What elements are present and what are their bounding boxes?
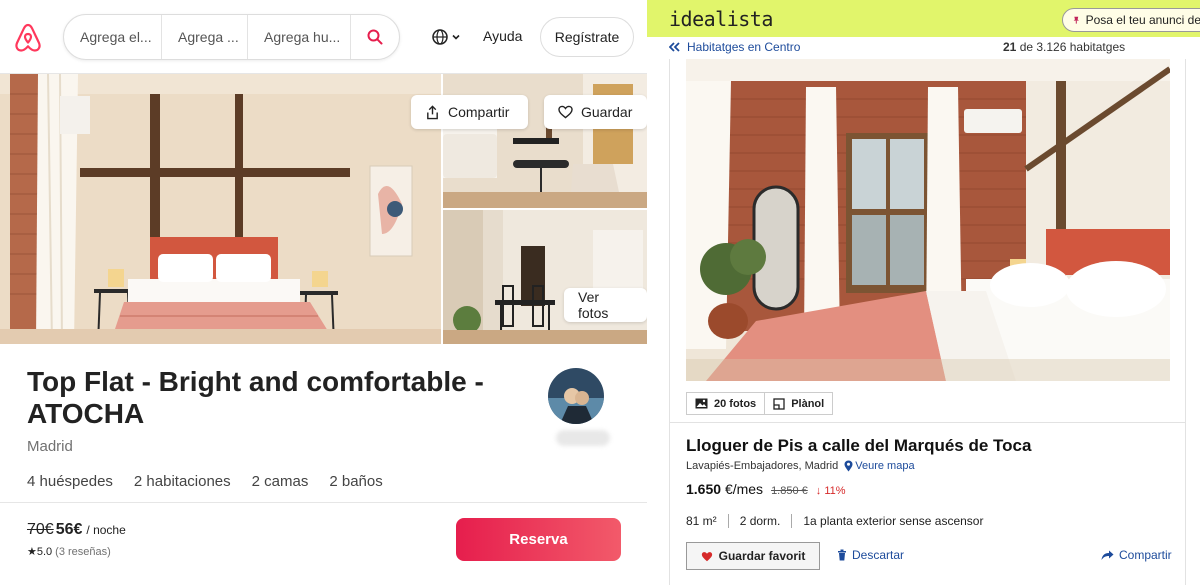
double-chevron-left-icon <box>669 42 680 52</box>
price-unit: / noche <box>86 523 126 537</box>
heart-icon <box>701 551 712 561</box>
feature-beds: 2 camas <box>251 473 309 490</box>
share-arrow-icon <box>1101 550 1114 560</box>
price-unit: €/mes <box>724 481 764 497</box>
rating-block[interactable]: ★5.0 (3 reseñas) <box>27 545 111 559</box>
idealista-panel: idealista Posa el teu anunci de Habitatg… <box>647 0 1200 585</box>
idealista-logo[interactable]: idealista <box>669 7 773 31</box>
search-dates[interactable]: Agrega ... <box>162 15 248 59</box>
signup-button[interactable]: Regístrate <box>540 17 634 57</box>
feature-rooms: 2 habitaciones <box>133 473 231 490</box>
tab-photos[interactable]: 20 fotos <box>687 393 764 414</box>
price-old: 1.850 € <box>771 485 808 497</box>
reviews-count[interactable]: (3 reseñas) <box>55 546 111 558</box>
listing-city: Madrid <box>27 438 73 455</box>
photo-gallery: Compartir Guardar Ver fotos <box>0 74 647 344</box>
language-selector[interactable] <box>432 27 464 47</box>
share-button[interactable]: Compartir <box>411 95 528 129</box>
detail-separator <box>727 514 729 528</box>
listing-title: Top Flat - Bright and comfortable - ATOC… <box>27 366 484 429</box>
post-ad-label: Posa el teu anunci de <box>1085 13 1200 27</box>
post-ad-button[interactable]: Posa el teu anunci de <box>1062 8 1200 32</box>
discard-label: Descartar <box>852 548 905 562</box>
bedroom-photo-image <box>686 59 1170 381</box>
detail-rooms: 2 dorm. <box>739 514 781 528</box>
price-drop: ↓ 11% <box>815 485 846 497</box>
host-avatar[interactable] <box>548 368 604 424</box>
price-old: 70€ <box>27 521 54 538</box>
search-where[interactable]: Agrega el... <box>64 15 162 59</box>
detail-area: 81 m² <box>686 514 717 528</box>
listing-details: 81 m² 2 dorm. 1a planta exterior sense a… <box>686 514 983 528</box>
result-total: de 3.126 habitatges <box>1016 40 1126 54</box>
price-current: 1.650 €/mes <box>686 481 763 497</box>
share-label: Compartir <box>448 104 510 120</box>
save-button[interactable]: Guardar <box>544 95 647 129</box>
pin-icon <box>1073 16 1079 24</box>
price-new: 56€ <box>55 521 83 538</box>
reserve-button[interactable]: Reserva <box>456 518 621 561</box>
price-block: 1.650 €/mes 1.850 € ↓ 11% <box>686 481 846 497</box>
price-block: 70€ 56€ / noche <box>27 521 126 539</box>
result-counter: 21 de 3.126 habitatges <box>1003 40 1125 54</box>
help-link[interactable]: Ayuda <box>483 28 522 44</box>
listing-title: Lloguer de Pis a calle del Marqués de To… <box>686 436 1032 455</box>
price-value: 1.650 <box>686 481 722 497</box>
dining-photo-image <box>443 210 647 344</box>
tab-photos-label: 20 fotos <box>714 397 757 410</box>
share-button[interactable]: Compartir <box>1101 548 1172 562</box>
detail-floor: 1a planta exterior sense ascensor <box>803 514 984 528</box>
floorplan-icon <box>773 397 785 410</box>
result-current: 21 <box>1003 40 1017 54</box>
bedroom-photo-image <box>0 74 441 344</box>
search-icon <box>367 29 383 45</box>
image-icon <box>695 398 708 409</box>
map-link-label: Veure mapa <box>855 460 915 472</box>
airbnb-header: Agrega el... Agrega ... Agrega hu... Ayu… <box>0 0 647 74</box>
save-label: Guardar <box>581 104 633 120</box>
media-tabs: 20 fotos Plànol <box>686 392 834 415</box>
location-text: Lavapiés-Embajadores, Madrid <box>686 460 839 472</box>
globe-icon <box>432 29 448 45</box>
back-label: Habitatges en Centro <box>687 40 801 54</box>
feature-guests: 4 huéspedes <box>27 473 113 490</box>
rating-value: ★5.0 <box>27 546 53 558</box>
back-to-results[interactable]: Habitatges en Centro <box>669 40 800 54</box>
screenshot-root: Agrega el... Agrega ... Agrega hu... Ayu… <box>0 0 1200 585</box>
airbnb-logo-icon[interactable] <box>12 22 44 54</box>
divider <box>669 422 1186 423</box>
search-bar[interactable]: Agrega el... Agrega ... Agrega hu... <box>63 14 400 60</box>
divider <box>0 502 647 503</box>
airbnb-panel: Agrega el... Agrega ... Agrega hu... Ayu… <box>0 0 647 585</box>
chevron-down-icon <box>452 34 460 40</box>
share-icon <box>427 104 438 119</box>
main-photo[interactable] <box>0 74 441 344</box>
heart-icon <box>558 105 573 119</box>
content-border-right <box>1185 59 1186 585</box>
location-pin-icon <box>844 460 853 472</box>
dining-photo[interactable] <box>443 210 647 344</box>
host-avatar-image <box>548 368 604 424</box>
view-photos-button[interactable]: Ver fotos <box>564 288 647 322</box>
share-label: Compartir <box>1119 548 1172 562</box>
search-guests[interactable]: Agrega hu... <box>248 15 351 59</box>
detail-separator <box>791 514 793 528</box>
host-name-blurred <box>556 430 610 446</box>
search-button[interactable] <box>351 15 399 59</box>
trash-icon <box>838 549 846 561</box>
save-favorite-label: Guardar favorit <box>718 549 806 563</box>
feature-baths: 2 baños <box>329 473 383 490</box>
main-photo[interactable] <box>686 59 1170 381</box>
listing-features: 4 huéspedes 2 habitaciones 2 camas 2 bañ… <box>27 473 383 490</box>
idealista-header: idealista Posa el teu anunci de <box>647 0 1200 37</box>
tab-plan-label: Plànol <box>791 397 825 410</box>
save-favorite-button[interactable]: Guardar favorit <box>686 542 820 570</box>
map-link[interactable]: Veure mapa <box>844 460 915 472</box>
content-border-left <box>669 59 670 585</box>
discard-button[interactable]: Descartar <box>837 548 904 562</box>
listing-location: Lavapiés-Embajadores, Madrid Veure mapa <box>686 460 915 472</box>
tab-plan[interactable]: Plànol <box>764 393 832 414</box>
